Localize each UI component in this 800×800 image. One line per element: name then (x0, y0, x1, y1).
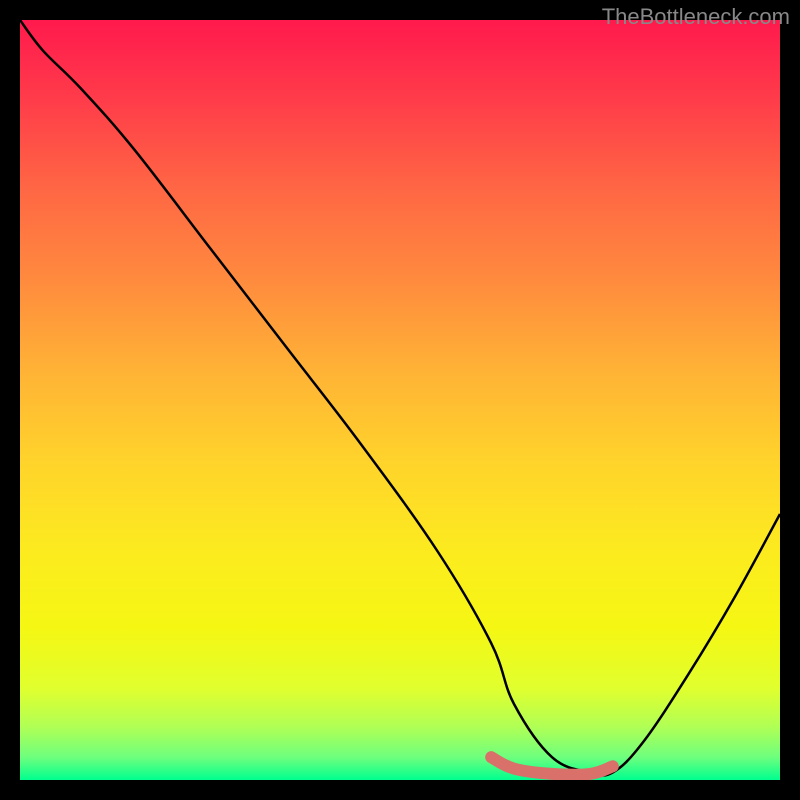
chart-gradient-background (20, 20, 780, 780)
bottleneck-chart (20, 20, 780, 780)
bottleneck-curve-path (20, 20, 780, 776)
optimal-range-highlight (491, 757, 613, 775)
watermark-text: TheBottleneck.com (602, 4, 790, 30)
